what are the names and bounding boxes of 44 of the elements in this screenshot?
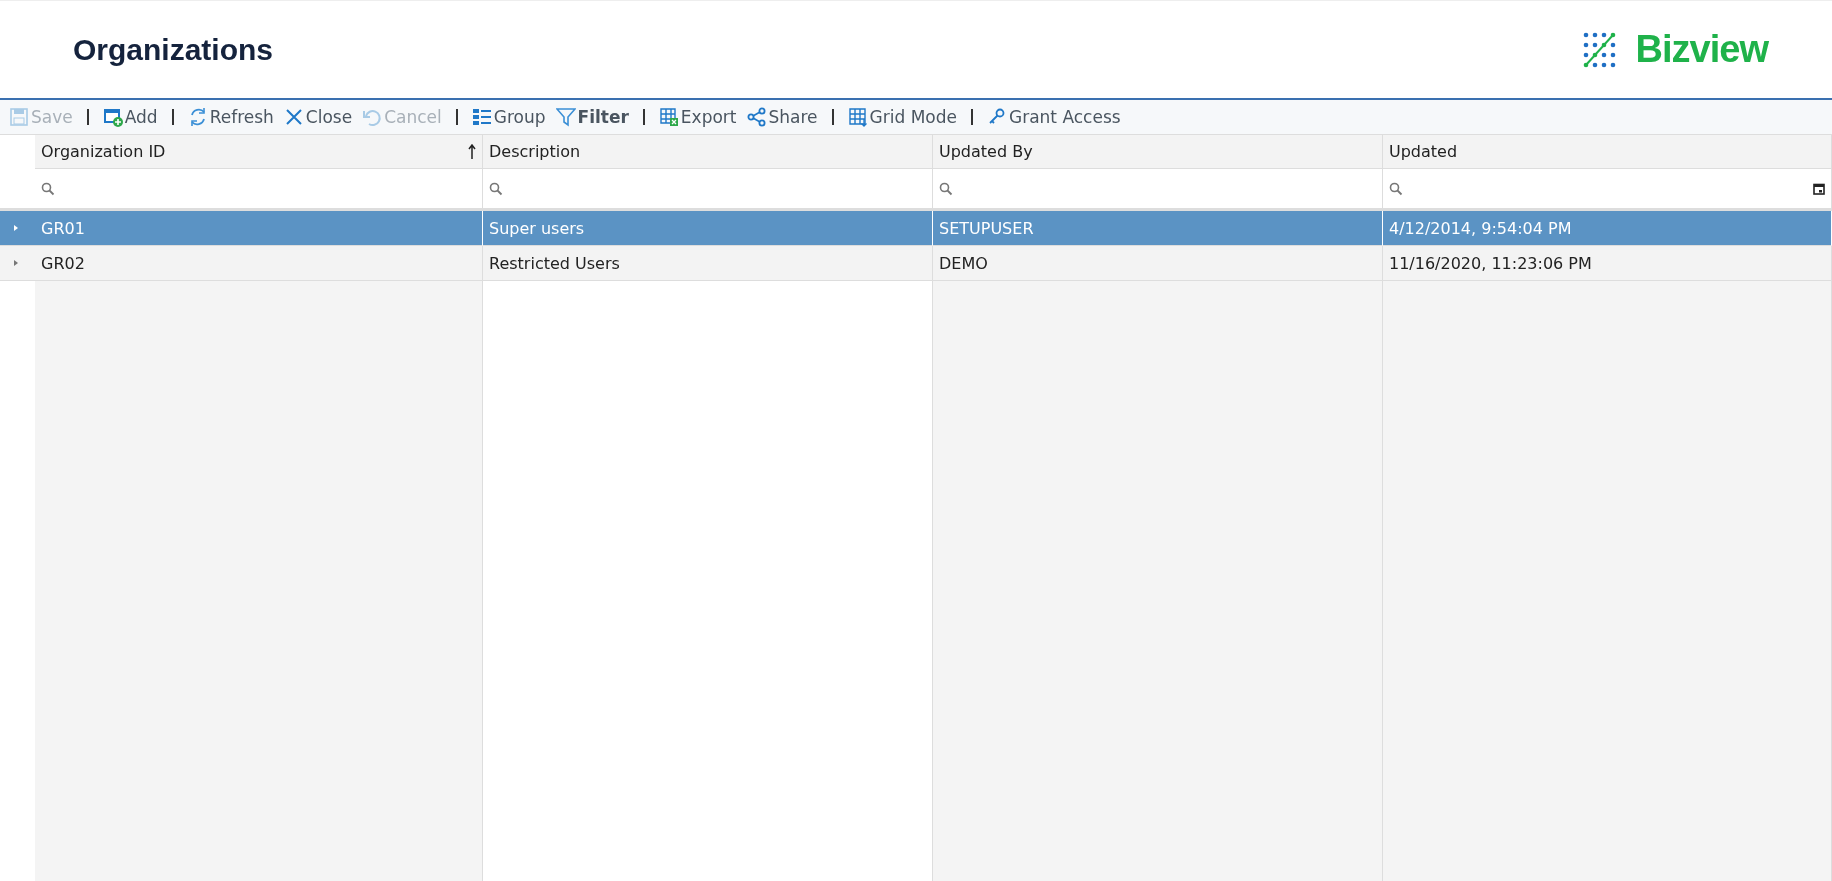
table-cell: 4/12/2014, 9:54:04 PM [1383, 211, 1832, 246]
table-cell: GR01 [35, 211, 483, 246]
grid-icon [847, 107, 868, 127]
toolbar-button[interactable]: Export [653, 103, 742, 131]
column-header[interactable]: Description [483, 135, 933, 169]
share-icon [746, 107, 767, 127]
toolbar-button[interactable]: Grid Mode [842, 103, 962, 131]
close-icon [283, 107, 304, 127]
column-header[interactable]: Updated By [933, 135, 1383, 169]
search-icon [41, 181, 55, 196]
spreadsheet-icon [658, 107, 679, 127]
calendar-icon[interactable] [1813, 182, 1825, 195]
save-icon [9, 107, 29, 127]
search-icon [489, 181, 503, 196]
undo-icon [362, 107, 383, 127]
toolbar-button[interactable]: Refresh [182, 103, 279, 131]
expand-arrow-icon[interactable] [12, 259, 19, 267]
table-cell: Restricted Users [483, 246, 933, 281]
filter-field[interactable] [35, 169, 483, 211]
search-icon [939, 181, 953, 196]
filter-field[interactable] [1383, 169, 1832, 211]
toolbar-button[interactable]: Add [97, 103, 163, 131]
toolbar-button[interactable]: Group [466, 103, 551, 131]
toolbar-button[interactable]: Share [741, 103, 823, 131]
table-add-icon [102, 107, 123, 127]
table-cell: SETUPUSER [933, 211, 1383, 246]
toolbar-button[interactable]: Close [278, 103, 358, 131]
expand-arrow-icon[interactable] [12, 224, 19, 232]
column-header[interactable]: Updated [1383, 135, 1832, 169]
filter-field[interactable] [933, 169, 1383, 211]
filter-icon [555, 107, 576, 127]
logo-icon [1581, 30, 1618, 69]
column-header[interactable]: Organization ID [35, 135, 483, 169]
table-cell: DEMO [933, 246, 1383, 281]
table-cell: GR02 [35, 246, 483, 281]
search-icon [1389, 181, 1403, 196]
toolbar-button[interactable]: Filter [550, 103, 634, 131]
toolbar-button[interactable]: Grant Access [981, 103, 1126, 131]
table-cell: Super users [483, 211, 933, 246]
list-icon [471, 107, 492, 127]
filter-field[interactable] [483, 169, 933, 211]
page-title: Organizations [73, 32, 274, 67]
logo-text: Bizview [1635, 28, 1768, 71]
table-cell: 11/16/2020, 11:23:06 PM [1383, 246, 1832, 281]
